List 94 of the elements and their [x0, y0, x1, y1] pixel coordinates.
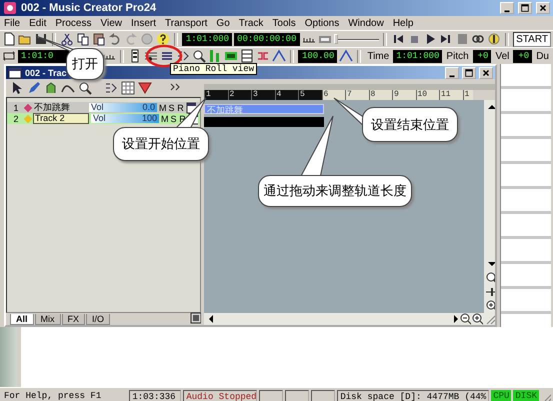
mute-button[interactable]: M [159, 102, 166, 112]
select-icon[interactable] [10, 81, 24, 95]
tooltip: Piano Roll view [170, 63, 258, 75]
clip[interactable] [204, 117, 324, 127]
zoom-in-icon[interactable] [471, 312, 483, 326]
app-icon [3, 1, 17, 15]
audio-status: Audio Stopped [183, 390, 258, 401]
tab[interactable]: Mix [34, 314, 61, 325]
ruler-label: 6 [322, 90, 345, 100]
time-ruler[interactable]: 1 2 3 4 5 6 7 8 9 10 11 1 [204, 90, 495, 100]
paste-icon[interactable] [92, 32, 106, 46]
zoom-icon[interactable] [78, 81, 92, 95]
time-display: 1:01:000 [393, 50, 442, 62]
ruler-label: 2 [228, 90, 251, 100]
dock-icon[interactable] [189, 311, 201, 325]
duration-label: Du [535, 50, 550, 62]
menu-item[interactable]: Tools [272, 18, 296, 28]
minimize-button[interactable] [500, 2, 514, 14]
status-pane [311, 390, 336, 401]
zoom-icon[interactable] [192, 49, 206, 63]
slider-thumb[interactable] [334, 34, 338, 44]
now-time-display: 1:01:000 [182, 32, 232, 46]
copy-icon[interactable] [76, 32, 90, 46]
menu-item[interactable]: View [100, 18, 122, 28]
disk-meter: DISK [513, 390, 539, 401]
ruler-label: 11 [439, 90, 462, 100]
rewind-icon[interactable] [391, 32, 406, 46]
new-file-icon[interactable] [2, 32, 16, 46]
ruler-label: 9 [392, 90, 416, 100]
volume-field[interactable]: Vol 0.0 [89, 103, 157, 112]
status-pane [259, 390, 284, 401]
window-title: 002 - Trac [25, 68, 67, 78]
zoom-icon[interactable] [484, 271, 494, 285]
menu-item[interactable]: File [4, 18, 20, 28]
repeat-icon[interactable] [2, 49, 16, 63]
time-label: Time [366, 50, 390, 62]
ruler-label: 8 [368, 90, 392, 100]
callout: 打开 [66, 48, 104, 80]
status-pane [285, 390, 310, 401]
maximize-button[interactable] [462, 66, 476, 78]
ruler-label: 4 [274, 90, 298, 100]
menu-item[interactable]: Track [238, 18, 264, 28]
tab[interactable]: I/O [86, 314, 110, 325]
pitch-label: Pitch [445, 50, 470, 62]
triangle-icon[interactable] [138, 81, 152, 95]
disk-space: Disk space [D]: 4477MB (44% [337, 390, 490, 401]
vertical-scrollbar[interactable] [484, 100, 495, 313]
mute-button[interactable]: M [161, 114, 168, 124]
record-button[interactable]: R [177, 102, 184, 112]
pencil-icon[interactable] [27, 81, 41, 95]
close-button[interactable] [536, 2, 550, 14]
track-number: 2 [12, 114, 20, 124]
close-button[interactable] [479, 66, 493, 78]
menu-item[interactable]: Insert [130, 18, 156, 28]
maximize-button[interactable] [518, 2, 532, 14]
ruler-label: 3 [251, 90, 274, 100]
solo-button[interactable]: S [168, 102, 175, 112]
ruler-label: 1 [462, 90, 472, 100]
tempo-display: 100.00 [298, 50, 338, 62]
minimize-button[interactable] [445, 66, 459, 78]
ruler-label: 5 [298, 90, 322, 100]
velocity-label: Vel [494, 50, 510, 62]
grid-icon[interactable] [121, 81, 135, 95]
undo-icon[interactable] [108, 32, 122, 46]
solo-button[interactable]: S [170, 114, 177, 124]
tab[interactable]: FX [62, 314, 86, 325]
time-readout: 1:03:336 [129, 390, 182, 401]
menu-item[interactable]: Go [216, 18, 230, 28]
menu-item[interactable]: Options [304, 18, 340, 28]
split-icon[interactable] [104, 81, 118, 95]
tab[interactable]: All [10, 314, 34, 325]
menu-item[interactable]: Window [348, 18, 384, 28]
ruler-label: 10 [416, 90, 439, 100]
menu-item[interactable]: Edit [29, 18, 46, 28]
menu-item[interactable]: Help [392, 18, 414, 28]
track-name[interactable]: Track 2 [33, 113, 89, 124]
track-number: 1 [12, 102, 20, 112]
horizontal-scrollbar[interactable] [204, 313, 495, 325]
side-strip [0, 327, 17, 387]
pitch-display: +0 [472, 50, 492, 62]
smpte-display: 00:00:00:00 [234, 32, 300, 46]
velocity-display: +0 [513, 50, 532, 62]
volume-field[interactable]: Vol 100 [91, 114, 159, 123]
menu-item[interactable]: Process [55, 18, 92, 28]
help-text: For Help, press F1 [3, 390, 102, 401]
cut-icon[interactable] [60, 32, 74, 46]
help-icon[interactable] [156, 32, 170, 46]
menu-item[interactable]: Transport [165, 18, 208, 28]
window-title: 002 - Music Creator Pro24 [21, 2, 158, 14]
cpu-meter: CPU [491, 390, 512, 401]
ruler-label: 7 [345, 90, 368, 100]
ruler-label: 1 [204, 90, 228, 100]
marker-field[interactable]: START [513, 32, 551, 46]
zoom-out-icon[interactable] [459, 312, 471, 326]
